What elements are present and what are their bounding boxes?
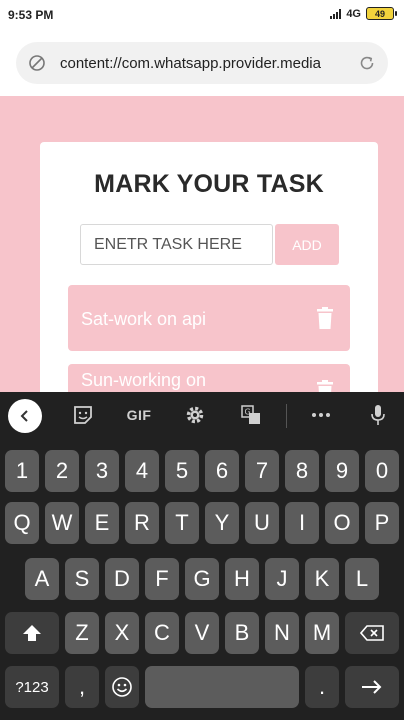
key-8[interactable]: 8	[285, 450, 319, 492]
more-icon	[312, 413, 330, 417]
key-g[interactable]: G	[185, 558, 219, 600]
emoji-key[interactable]	[105, 666, 139, 708]
gif-button[interactable]: GIF	[122, 402, 156, 428]
gear-icon	[186, 406, 204, 424]
key-f[interactable]: F	[145, 558, 179, 600]
key-u[interactable]: U	[245, 502, 279, 544]
emoji-icon	[112, 677, 132, 697]
key-k[interactable]: K	[305, 558, 339, 600]
key-9[interactable]: 9	[325, 450, 359, 492]
battery-level: 49	[374, 8, 385, 19]
key-x[interactable]: X	[105, 612, 139, 654]
key-i[interactable]: I	[285, 502, 319, 544]
key-l[interactable]: L	[345, 558, 379, 600]
back-button[interactable]	[8, 399, 42, 433]
key-3[interactable]: 3	[85, 450, 119, 492]
key-s[interactable]: S	[65, 558, 99, 600]
battery-icon: 49	[366, 7, 397, 20]
task-text: Sun-working on	[81, 370, 207, 390]
key-q[interactable]: Q	[5, 502, 39, 544]
key-2[interactable]: 2	[45, 450, 79, 492]
gif-label: GIF	[126, 407, 152, 423]
translate-button[interactable]: G	[238, 402, 264, 428]
translate-icon: G	[241, 405, 260, 424]
page-background: MARK YOUR TASK ADD Sat-work on api Sun-w…	[0, 96, 404, 392]
add-button[interactable]: ADD	[275, 224, 339, 265]
settings-button[interactable]	[182, 402, 208, 428]
key-j[interactable]: J	[265, 558, 299, 600]
voice-input-button[interactable]	[366, 402, 390, 428]
toolbar-divider	[286, 404, 287, 428]
key-a[interactable]: A	[25, 558, 59, 600]
key-7[interactable]: 7	[245, 450, 279, 492]
sticker-button[interactable]	[70, 402, 96, 428]
space-key[interactable]	[145, 666, 299, 708]
key-comma[interactable]: ,	[65, 666, 99, 708]
key-c[interactable]: C	[145, 612, 179, 654]
status-bar: 9:53 PM 4G 49	[0, 0, 404, 30]
task-card: MARK YOUR TASK ADD Sat-work on api Sun-w…	[40, 142, 378, 392]
task-item[interactable]: Sat-work on api	[68, 285, 350, 351]
key-d[interactable]: D	[105, 558, 139, 600]
trash-icon[interactable]	[316, 380, 334, 392]
task-text: Sat-work on api	[81, 309, 207, 329]
key-6[interactable]: 6	[205, 450, 239, 492]
key-e[interactable]: E	[85, 502, 119, 544]
symbols-key[interactable]: ?123	[5, 666, 59, 708]
backspace-icon	[360, 625, 384, 641]
key-o[interactable]: O	[325, 502, 359, 544]
url-text[interactable]: content://com.whatsapp.provider.media	[60, 55, 358, 72]
task-item[interactable]: Sun-working on	[68, 364, 350, 392]
microphone-icon	[371, 405, 385, 425]
key-t[interactable]: T	[165, 502, 199, 544]
soft-keyboard: GIF G 1 2 3 4 5 6 7 8 9 0 Q W E R T Y U …	[0, 392, 404, 720]
url-bar[interactable]: content://com.whatsapp.provider.media	[16, 42, 388, 84]
enter-key[interactable]	[345, 666, 399, 708]
key-b[interactable]: B	[225, 612, 259, 654]
no-connection-icon	[29, 55, 45, 71]
keyboard-toolbar: GIF G	[0, 392, 404, 438]
refresh-icon[interactable]	[358, 54, 376, 72]
shift-key[interactable]	[5, 612, 59, 654]
backspace-key[interactable]	[345, 612, 399, 654]
page-title: MARK YOUR TASK	[94, 170, 324, 198]
key-period[interactable]: .	[305, 666, 339, 708]
svg-text:G: G	[245, 408, 251, 417]
chevron-left-icon	[20, 410, 28, 422]
trash-icon[interactable]	[316, 307, 334, 329]
key-y[interactable]: Y	[205, 502, 239, 544]
task-input[interactable]	[80, 224, 273, 265]
key-r[interactable]: R	[125, 502, 159, 544]
key-h[interactable]: H	[225, 558, 259, 600]
status-indicators: 4G 49	[330, 7, 397, 20]
status-time: 9:53 PM	[8, 8, 54, 22]
arrow-right-icon	[362, 680, 382, 694]
key-p[interactable]: P	[365, 502, 399, 544]
key-n[interactable]: N	[265, 612, 299, 654]
browser-url-area: content://com.whatsapp.provider.media	[0, 30, 404, 96]
sticker-icon	[74, 406, 92, 424]
key-0[interactable]: 0	[365, 450, 399, 492]
more-button[interactable]	[308, 402, 334, 428]
network-type: 4G	[346, 7, 361, 20]
key-w[interactable]: W	[45, 502, 79, 544]
key-5[interactable]: 5	[165, 450, 199, 492]
key-v[interactable]: V	[185, 612, 219, 654]
key-4[interactable]: 4	[125, 450, 159, 492]
key-1[interactable]: 1	[5, 450, 39, 492]
key-z[interactable]: Z	[65, 612, 99, 654]
shift-icon	[23, 625, 41, 641]
key-m[interactable]: M	[305, 612, 339, 654]
signal-icon	[330, 8, 342, 19]
